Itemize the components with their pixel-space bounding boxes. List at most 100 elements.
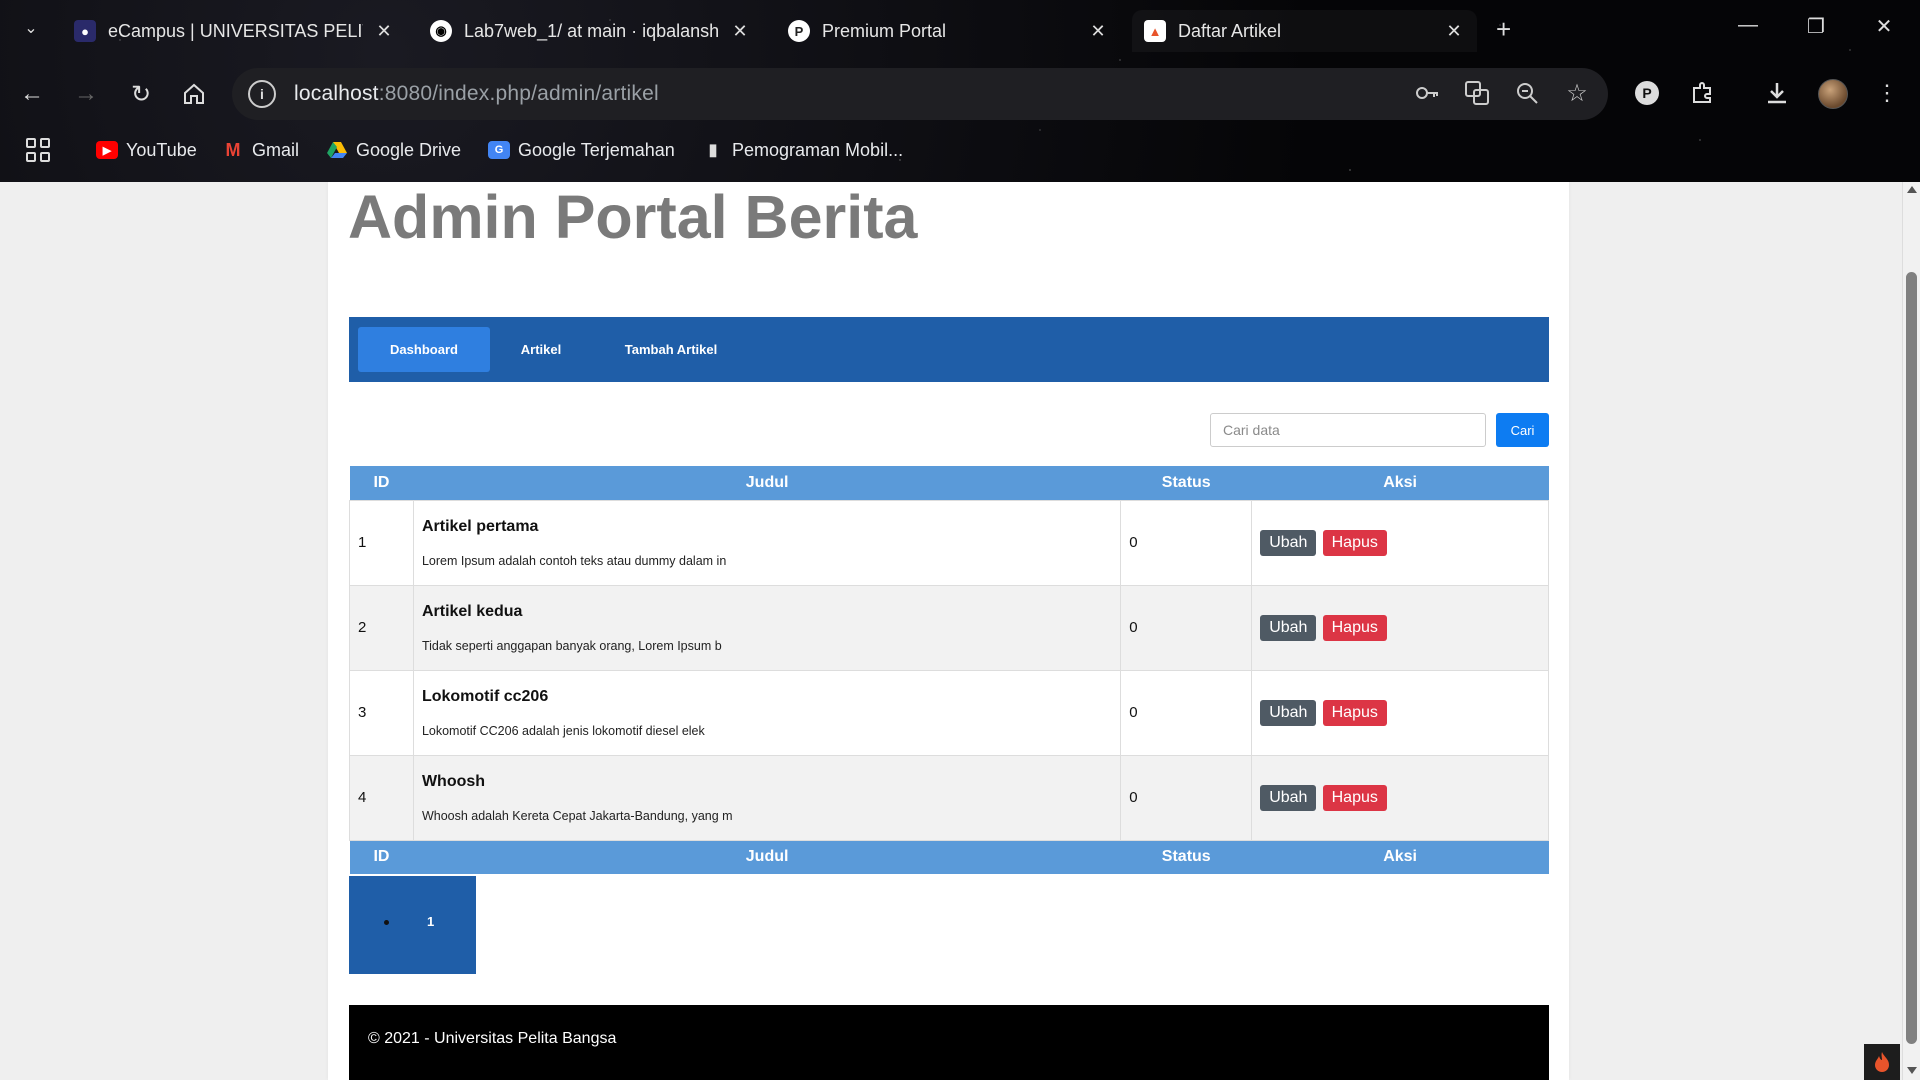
site-footer: © 2021 - Universitas Pelita Bangsa bbox=[349, 1005, 1549, 1080]
scroll-up-arrow-icon[interactable] bbox=[1907, 186, 1917, 193]
cell-id: 1 bbox=[349, 499, 414, 586]
tab-title: Premium Portal bbox=[822, 20, 947, 41]
premium-portal-icon: P bbox=[788, 20, 810, 42]
new-tab-plus-icon[interactable]: + bbox=[1496, 16, 1511, 42]
menu-kebab-icon[interactable]: ⋮ bbox=[1872, 78, 1902, 108]
footer-judul: Judul bbox=[413, 840, 1121, 874]
article-excerpt: Tidak seperti anggapan banyak orang, Lor… bbox=[421, 638, 722, 653]
delete-button[interactable]: Hapus bbox=[1322, 614, 1387, 641]
address-bar[interactable]: i localhost:8080/index.php/admin/artikel… bbox=[232, 68, 1608, 120]
profile-avatar[interactable] bbox=[1818, 79, 1848, 109]
edit-button[interactable]: Ubah bbox=[1260, 699, 1317, 726]
premium-portal-extension-icon[interactable]: P bbox=[1632, 78, 1662, 108]
article-title: Lokomotif cc206 bbox=[421, 687, 549, 705]
cell-aksi: Ubah Hapus bbox=[1251, 754, 1549, 841]
table-row: 3 Lokomotif cc206 Lokomotif CC206 adalah… bbox=[349, 669, 1549, 756]
tab-title: Daftar Artikel bbox=[1178, 20, 1282, 41]
bookmark-google-drive[interactable]: Google Drive bbox=[326, 136, 461, 164]
page-link-1[interactable]: 1 bbox=[427, 914, 434, 929]
delete-button[interactable]: Hapus bbox=[1322, 699, 1387, 726]
cell-id: 2 bbox=[349, 584, 414, 671]
cell-judul: Artikel kedua Tidak seperti anggapan ban… bbox=[412, 584, 1122, 671]
bookmark-star-icon[interactable]: ☆ bbox=[1564, 80, 1590, 107]
bookmark-gmail[interactable]: M Gmail bbox=[222, 136, 300, 164]
url-text[interactable]: localhost:8080/index.php/admin/artikel bbox=[294, 82, 659, 106]
table-row: 4 Whoosh Whoosh adalah Kereta Cepat Jaka… bbox=[349, 754, 1549, 841]
tab-premium-portal[interactable]: P Premium Portal ✕ bbox=[776, 10, 1121, 52]
gmail-icon: M bbox=[225, 139, 241, 160]
close-icon[interactable]: ✕ bbox=[373, 20, 395, 42]
tab-title: Lab7web_1/ at main · iqbalansh bbox=[464, 20, 719, 41]
minimize-icon[interactable]: — bbox=[1728, 14, 1768, 37]
bookmark-pemograman[interactable]: ▮ Pemograman Mobil... bbox=[702, 136, 903, 164]
article-table: ID Judul Status Aksi 1 Artikel pertama L… bbox=[349, 466, 1549, 874]
reload-icon[interactable]: ↻ bbox=[125, 78, 157, 110]
page-title: Admin Portal Berita bbox=[348, 183, 918, 251]
home-icon[interactable] bbox=[178, 78, 210, 110]
tab-daftar-artikel[interactable]: ▲ Daftar Artikel ✕ bbox=[1132, 10, 1477, 52]
footer-aksi: Aksi bbox=[1251, 840, 1549, 874]
delete-button[interactable]: Hapus bbox=[1322, 529, 1387, 556]
close-icon[interactable]: ✕ bbox=[1443, 20, 1465, 42]
password-key-icon[interactable] bbox=[1414, 80, 1440, 106]
tab-github[interactable]: ◉ Lab7web_1/ at main · iqbalansh ✕ bbox=[418, 10, 763, 52]
close-icon[interactable]: ✕ bbox=[1087, 20, 1109, 42]
site-info-icon[interactable]: i bbox=[248, 80, 276, 108]
forward-arrow-icon[interactable]: → bbox=[70, 78, 102, 110]
cell-id: 4 bbox=[349, 754, 414, 841]
back-arrow-icon[interactable]: ← bbox=[16, 78, 48, 110]
search-input[interactable] bbox=[1210, 413, 1486, 447]
scroll-down-arrow-icon[interactable] bbox=[1907, 1067, 1917, 1074]
github-icon: ◉ bbox=[430, 20, 452, 42]
cell-status: 0 bbox=[1120, 669, 1253, 756]
edit-button[interactable]: Ubah bbox=[1260, 614, 1317, 641]
search-button[interactable]: Cari bbox=[1496, 413, 1549, 447]
bookmarks-bar: ▶ YouTube M Gmail Google Drive G Google … bbox=[0, 128, 1920, 172]
drive-icon bbox=[326, 141, 348, 159]
url-host: localhost bbox=[294, 82, 379, 105]
bookmark-youtube[interactable]: ▶ YouTube bbox=[96, 136, 197, 164]
apps-grid-icon[interactable] bbox=[26, 138, 50, 162]
zoom-icon[interactable] bbox=[1514, 80, 1540, 106]
youtube-icon: ▶ bbox=[96, 141, 118, 159]
cell-aksi: Ubah Hapus bbox=[1251, 669, 1549, 756]
download-icon[interactable] bbox=[1762, 78, 1792, 108]
edit-button[interactable]: Ubah bbox=[1260, 784, 1317, 811]
translate-icon[interactable] bbox=[1464, 80, 1490, 106]
bookmark-label: Gmail bbox=[252, 139, 300, 160]
nav-artikel[interactable]: Artikel bbox=[499, 327, 583, 372]
page-scrollbar[interactable] bbox=[1902, 182, 1920, 1080]
cell-aksi: Ubah Hapus bbox=[1251, 584, 1549, 671]
nav-dashboard[interactable]: Dashboard bbox=[358, 327, 490, 372]
scrollbar-thumb[interactable] bbox=[1906, 272, 1917, 1044]
table-row: 1 Artikel pertama Lorem Ipsum adalah con… bbox=[349, 499, 1549, 586]
article-title: Artikel kedua bbox=[421, 602, 523, 620]
delete-button[interactable]: Hapus bbox=[1322, 784, 1387, 811]
table-header-row: ID Judul Status Aksi bbox=[349, 466, 1549, 500]
edit-button[interactable]: Ubah bbox=[1260, 529, 1317, 556]
restore-icon[interactable]: ❐ bbox=[1796, 14, 1836, 39]
nav-tambah-artikel[interactable]: Tambah Artikel bbox=[593, 327, 749, 372]
cell-judul: Whoosh Whoosh adalah Kereta Cepat Jakart… bbox=[412, 754, 1122, 841]
tab-ecampus[interactable]: ● eCampus | UNIVERSITAS PELITA BANGSA ✕ bbox=[62, 10, 407, 52]
table-footer-row: ID Judul Status Aksi bbox=[349, 840, 1549, 874]
bookmark-google-translate[interactable]: G Google Terjemahan bbox=[488, 136, 675, 164]
header-id: ID bbox=[349, 466, 414, 500]
header-aksi: Aksi bbox=[1251, 466, 1549, 500]
bookmark-page-icon: ▮ bbox=[708, 142, 718, 159]
translate-icon: G bbox=[488, 141, 510, 159]
close-icon[interactable]: ✕ bbox=[729, 20, 751, 42]
cell-judul: Artikel pertama Lorem Ipsum adalah conto… bbox=[412, 499, 1122, 586]
tab-search-chevron-icon[interactable]: ⌄ bbox=[18, 16, 44, 42]
fire-icon: ▲ bbox=[1144, 20, 1166, 42]
browser-toolbar: ← → ↻ i localhost:8080/index.php/admin/a… bbox=[0, 64, 1920, 124]
tab-title: eCampus | UNIVERSITAS PELITA BANGSA bbox=[108, 20, 363, 41]
window-close-icon[interactable]: ✕ bbox=[1864, 14, 1904, 39]
cell-judul: Lokomotif cc206 Lokomotif CC206 adalah j… bbox=[412, 669, 1122, 756]
extensions-puzzle-icon[interactable] bbox=[1688, 78, 1718, 108]
header-judul: Judul bbox=[413, 466, 1121, 500]
fire-icon[interactable] bbox=[1864, 1044, 1900, 1080]
bookmark-label: Google Drive bbox=[356, 139, 462, 160]
footer-status: Status bbox=[1120, 840, 1252, 874]
pagination: 1 bbox=[349, 876, 476, 974]
